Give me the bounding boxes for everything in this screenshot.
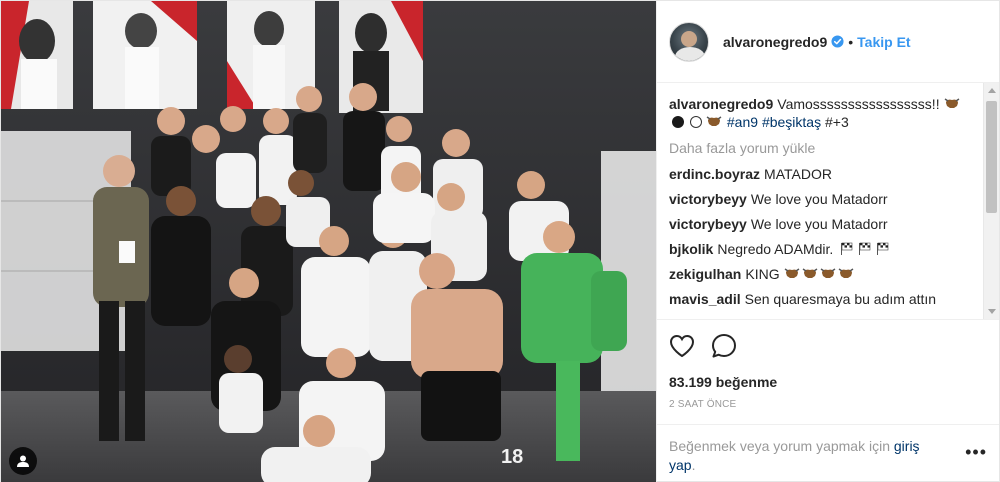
svg-text:18: 18 [501, 446, 523, 468]
more-options-icon[interactable]: ••• [965, 437, 987, 475]
white-circle-emoji [690, 116, 702, 128]
login-link-continued[interactable]: yap [669, 457, 692, 473]
verified-badge-icon [831, 35, 844, 48]
comment-username[interactable]: zekigulhan [669, 266, 741, 282]
comments-list: alvaronegredo9 Vamosssssssssssssssss!! #a… [657, 83, 999, 319]
post-side-panel: alvaronegredo9 • Takip Et alvaronegredo9… [656, 1, 999, 482]
login-suffix: . [691, 457, 696, 473]
checkered-flag-emoji [841, 242, 853, 255]
comment-username[interactable]: erdinc.boyraz [669, 166, 760, 182]
bull-emoji-icon [839, 268, 854, 278]
load-more-comments[interactable]: Daha fazla yorum yükle [669, 140, 975, 156]
comment-text: We love you Matadorr [750, 191, 888, 207]
hashtag-plus3[interactable]: #+3 [825, 114, 849, 130]
bull-emoji-icon [803, 268, 818, 278]
comment-text: We love you Matadorr [750, 216, 888, 232]
team-photo-illustration: 18 [1, 1, 656, 482]
comment-username[interactable]: mavis_adil [669, 291, 741, 307]
header-username[interactable]: alvaronegredo9 [723, 34, 827, 50]
hashtag-an9[interactable]: #an9 [727, 114, 758, 130]
comment-username[interactable]: victorybeyy [669, 216, 747, 232]
likes-count[interactable]: 83.199 beğenme [657, 371, 999, 393]
comment-item: zekigulhan KING [669, 265, 975, 283]
hashtag-besiktas[interactable]: #beşiktaş [762, 114, 821, 130]
bull-emoji-icon [945, 98, 960, 108]
comment-text: MATADOR [764, 166, 832, 182]
bull-emoji-icon [785, 268, 800, 278]
bull-emoji-icon [706, 116, 722, 126]
post-timestamp: 2 SAAT ÖNCE [657, 393, 999, 425]
post-photo[interactable]: 18 [1, 1, 656, 482]
comment-text: Negredo ADAMdir. [717, 241, 834, 257]
scroll-down-arrow-icon[interactable] [988, 309, 996, 314]
comment-text: KING [745, 266, 780, 282]
comment-item: victorybeyy We love you Matadorr [669, 215, 975, 233]
post-actions [657, 319, 999, 371]
scroll-up-arrow-icon[interactable] [988, 88, 996, 93]
bull-emoji-icon [821, 268, 836, 278]
checkered-flag-emoji [877, 242, 889, 255]
login-link[interactable]: giriş [894, 438, 920, 454]
post-header: alvaronegredo9 • Takip Et [657, 1, 999, 83]
comment-item: erdinc.boyraz MATADOR [669, 165, 975, 183]
login-prompt: Beğenmek veya yorum yapmak için giriş ya… [669, 437, 920, 475]
comment-username[interactable]: bjkolik [669, 241, 713, 257]
instagram-post: 18 alvaronegredo9 • Takip Et alvaronegre… [0, 0, 1000, 482]
comment-username[interactable]: victorybeyy [669, 191, 747, 207]
login-prompt-text: Beğenmek veya yorum yapmak için [669, 438, 890, 454]
user-tag-icon[interactable] [9, 447, 37, 475]
caption: alvaronegredo9 Vamosssssssssssssssss!! #a… [669, 95, 975, 131]
heart-icon[interactable] [669, 334, 695, 358]
comment-text: Sen quaresmaya bu adım attın [744, 291, 937, 307]
comment-item: victorybeyy We love you Matadorr [669, 190, 975, 208]
caption-text: Vamosssssssssssssssss!! [777, 96, 940, 112]
comment-icon[interactable] [711, 333, 737, 359]
comment-item: mavis_adil Sen quaresmaya bu adım attın [669, 290, 975, 308]
caption-username[interactable]: alvaronegredo9 [669, 96, 773, 112]
black-circle-emoji [672, 116, 684, 128]
comment-item: bjkolik Negredo ADAMdir. [669, 240, 975, 258]
login-prompt-row: Beğenmek veya yorum yapmak için giriş ya… [657, 425, 999, 475]
comments-scrollbar[interactable] [983, 83, 999, 319]
scrollbar-thumb[interactable] [986, 101, 997, 213]
checkered-flag-emoji [859, 242, 871, 255]
avatar[interactable] [669, 21, 709, 62]
follow-button[interactable]: Takip Et [857, 34, 910, 50]
header-separator: • [848, 33, 854, 50]
